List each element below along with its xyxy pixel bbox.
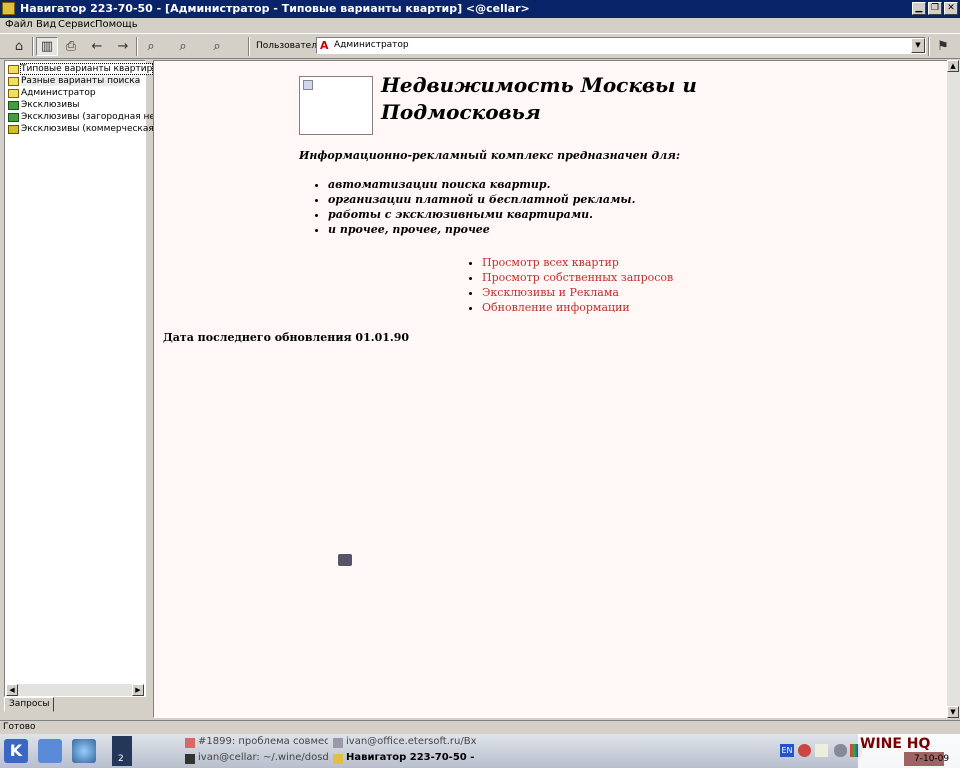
folder-icon (8, 88, 19, 98)
query-tree: Типовые варианты квартир Разные варианты… (4, 60, 180, 697)
nav-links: Просмотр всех квартир Просмотр собственн… (464, 255, 673, 315)
list-item: работы с эксклюзивными квартирами. (328, 207, 635, 222)
status-bar: Готово (0, 720, 960, 734)
list-item: и прочее, прочее, прочее (328, 222, 635, 237)
home-folder-icon[interactable] (38, 739, 62, 763)
panel-toggle-icon[interactable]: ▥ (36, 37, 58, 56)
title-bar: Навигатор 223-70-50 - [Администратор - Т… (0, 0, 960, 18)
scroll-down-icon[interactable]: ▼ (947, 706, 959, 718)
taskbar: K 2 #1899: проблема совмести ivan@office… (0, 734, 960, 768)
scroll-left-icon[interactable]: ◀ (6, 684, 18, 696)
link-exclusives-ads[interactable]: Эксклюзивы и Реклама (482, 285, 673, 300)
chevron-down-icon[interactable]: ▼ (911, 38, 925, 53)
search-icon[interactable]: ⌕ (140, 37, 162, 56)
exclusive-icon (8, 100, 19, 110)
content-view: Недвижимость Москвы и Подмосковья Информ… (153, 60, 948, 718)
list-item: автоматизации поиска квартир. (328, 177, 635, 192)
content-vertical-scrollbar[interactable]: ▲ ▼ (947, 60, 960, 718)
window-title: Навигатор 223-70-50 - [Администратор - Т… (20, 2, 530, 15)
task-terminal[interactable]: ivan@cellar: ~/.wine/dosd (184, 752, 330, 767)
tree-item-administrator[interactable]: Администратор (8, 87, 96, 99)
logo-image-placeholder (299, 76, 373, 135)
firefox-icon (185, 738, 195, 748)
app-icon (333, 754, 343, 764)
feature-list: автоматизации поиска квартир. организаци… (310, 177, 635, 237)
desktop-pager[interactable]: 2 (112, 736, 132, 766)
wine-logo-text: WINE HQ (860, 736, 931, 752)
menu-file[interactable]: Файл (5, 19, 33, 30)
page-title: Недвижимость Москвы и Подмосковья (381, 73, 697, 124)
user-select[interactable]: A Администратор ▼ (316, 37, 926, 54)
find-icon[interactable]: ⌕ (172, 37, 194, 56)
kde-menu-icon[interactable]: K (4, 739, 28, 763)
folder-icon (8, 76, 19, 86)
mail-icon (333, 738, 343, 748)
bluetooth-icon[interactable] (834, 744, 847, 757)
app-icon[interactable] (2, 2, 15, 15)
network-status-icon[interactable] (798, 744, 811, 757)
tree-item-exclusives[interactable]: Эксклюзивы (8, 99, 79, 111)
back-arrow-icon[interactable]: ← (86, 37, 108, 56)
folder-icon (8, 64, 19, 74)
tab-queries[interactable]: Запросы (4, 697, 54, 712)
clock[interactable]: 7-10-09 (914, 754, 949, 764)
task-navigator[interactable]: Навигатор 223-70-50 - (332, 752, 478, 767)
task-bug-tracker[interactable]: #1899: проблема совмести (184, 736, 328, 751)
menu-service[interactable]: Сервис (58, 19, 95, 30)
task-mail[interactable]: ivan@office.etersoft.ru/Вх (332, 736, 478, 751)
link-own-queries[interactable]: Просмотр собственных запросов (482, 270, 673, 285)
status-text: Готово (3, 722, 36, 732)
filter-icon[interactable]: ⌕ (206, 37, 228, 56)
keyboard-layout-indicator[interactable]: EN (780, 744, 794, 757)
user-settings-icon[interactable]: ⚑ (932, 37, 954, 56)
tree-item-typical-apartments[interactable]: Типовые варианты квартир (8, 63, 154, 75)
list-item: организации платной и бесплатной рекламы… (328, 192, 635, 207)
intro-text: Информационно-рекламный комплекс предназ… (299, 149, 680, 162)
link-all-apartments[interactable]: Просмотр всех квартир (482, 255, 673, 270)
user-logo-icon: A (320, 39, 329, 52)
exclusive-icon (8, 112, 19, 122)
restore-button[interactable]: ❐ (928, 2, 942, 15)
tree-horizontal-scrollbar[interactable]: ◀ ▶ (6, 684, 144, 696)
winehq-logo: WINE HQ 7-10-09 (858, 734, 960, 768)
broken-image-icon (303, 80, 313, 90)
link-update-info[interactable]: Обновление информации (482, 300, 673, 315)
print-icon[interactable]: ⎙ (60, 37, 82, 56)
exclusive-icon (8, 124, 19, 134)
scroll-right-icon[interactable]: ▶ (132, 684, 144, 696)
network-icon (338, 554, 352, 566)
last-update-text: Дата последнего обновления 01.01.90 (163, 331, 410, 344)
menu-help[interactable]: Помощь (95, 19, 138, 30)
user-label: Пользователь: (256, 41, 326, 51)
browser-icon[interactable] (72, 739, 96, 763)
forward-arrow-icon[interactable]: → (112, 37, 134, 56)
scroll-up-icon[interactable]: ▲ (947, 60, 959, 72)
home-icon[interactable]: ⌂ (8, 37, 30, 56)
terminal-icon (185, 754, 195, 764)
user-select-value: Администратор (334, 40, 409, 50)
tree-item-exclusives-commercial[interactable]: Эксклюзивы (коммерческая нед (8, 123, 174, 135)
tree-item-search-variants[interactable]: Разные варианты поиска (8, 75, 141, 87)
clipboard-icon[interactable] (815, 744, 828, 757)
close-button[interactable]: ✕ (944, 2, 958, 15)
menu-view[interactable]: Вид (36, 19, 56, 30)
desktop-number: 2 (118, 754, 124, 764)
menu-bar: Файл Вид Сервис Помощь (0, 18, 960, 33)
minimize-button[interactable]: ▁ (912, 2, 926, 15)
